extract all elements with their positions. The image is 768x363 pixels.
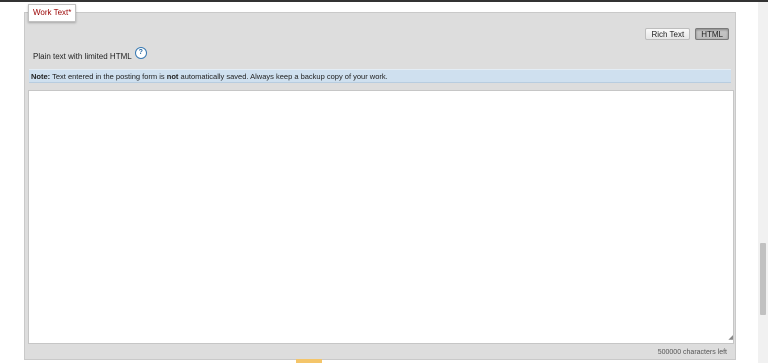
work-text-textarea[interactable] [28, 90, 734, 344]
notice-text-before: Text entered in the posting form is [50, 72, 167, 81]
save-notice: Note: Text entered in the posting form i… [29, 69, 731, 83]
html-button[interactable]: HTML [695, 28, 729, 40]
page-top-rule [0, 0, 768, 2]
help-icon[interactable]: ? [134, 47, 147, 59]
work-text-legend: Work Text* [28, 4, 77, 22]
notice-emphasis: not [166, 72, 179, 81]
legend-label: Work Text [33, 8, 69, 17]
format-info-text: Plain text with limited HTML [33, 51, 132, 61]
format-info: Plain text with limited HTML ? [33, 47, 147, 62]
editor-toggle-group: Rich Text HTML [645, 28, 729, 40]
work-text-fieldset: Rich Text HTML Plain text with limited H… [24, 12, 736, 360]
notice-text-after: automatically saved. Always keep a backu… [178, 72, 388, 81]
notice-label: Note: [31, 72, 51, 81]
scrollbar-thumb[interactable] [760, 243, 766, 315]
bottom-edge-strip [296, 359, 322, 363]
character-counter: 500000 characters left [657, 349, 727, 356]
resize-handle-icon[interactable]: ◢ [726, 335, 733, 342]
rich-text-button[interactable]: Rich Text [645, 28, 691, 40]
required-marker: * [68, 8, 72, 17]
